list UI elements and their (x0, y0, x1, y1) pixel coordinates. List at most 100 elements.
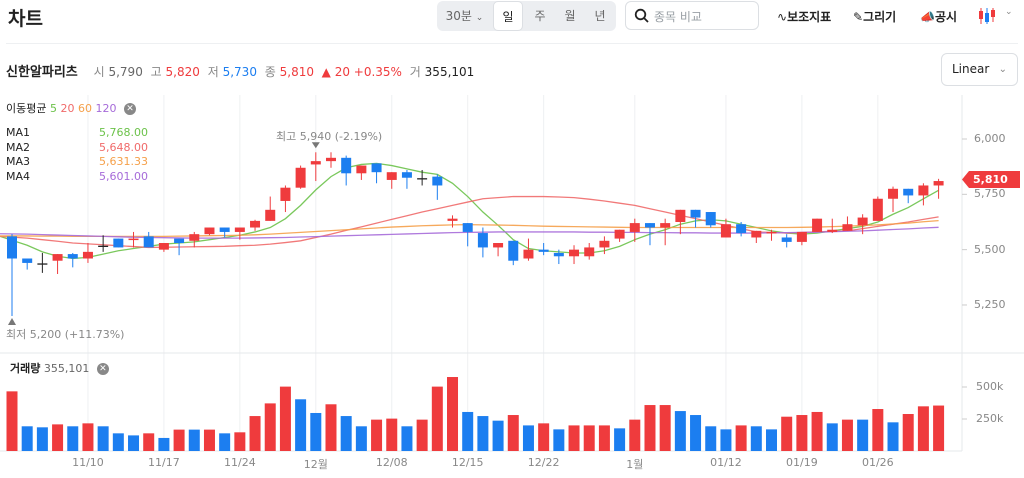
candle-body (827, 229, 838, 232)
volume-bar (841, 419, 853, 451)
volume-bar (355, 426, 367, 451)
volume-bar (219, 433, 231, 451)
volume-tick-label: 250k (976, 412, 1004, 425)
volume-bar (431, 386, 443, 451)
x-tick-label: 11/10 (72, 456, 104, 469)
volume-bar (887, 422, 899, 451)
volume-bar (264, 403, 276, 451)
candle-body (933, 181, 944, 186)
candle-body (751, 230, 762, 238)
volume-bar (507, 415, 519, 451)
volume-bar (158, 437, 170, 451)
candle-body (447, 218, 458, 221)
candle-body (250, 220, 261, 228)
candle-body (82, 251, 93, 259)
ma-period: 60 (77, 102, 92, 115)
candle-body (128, 238, 139, 241)
candle-body (477, 233, 488, 248)
candle-body (660, 223, 671, 228)
volume-bar (553, 429, 565, 451)
low-marker-icon (8, 318, 16, 326)
volume-bar (67, 426, 79, 451)
candle-body (872, 198, 883, 221)
candle-body (644, 223, 655, 228)
volume-bar (325, 404, 337, 451)
x-tick-label: 11/24 (223, 456, 256, 469)
candle-body (857, 217, 868, 226)
candle-body (219, 227, 230, 232)
candle-body (462, 223, 473, 232)
volume-bar (143, 433, 155, 451)
volume-bar (781, 416, 793, 451)
candle-body (584, 247, 595, 257)
volume-bar (705, 426, 717, 451)
x-tick-label: 12/15 (451, 456, 484, 469)
volume-bar (21, 426, 33, 451)
volume-bar (902, 414, 914, 451)
candle-body (113, 238, 124, 248)
volume-bar (811, 411, 823, 451)
volume-bar (97, 426, 109, 451)
volume-bar (872, 409, 884, 451)
candle-body (629, 223, 640, 232)
candle-body (842, 224, 853, 231)
x-tick-label: 12/08 (375, 456, 408, 469)
candle-body (234, 227, 245, 232)
candle-body (22, 258, 33, 263)
volume-bar (477, 416, 489, 451)
candle-body (174, 238, 185, 244)
close-icon[interactable]: ✕ (96, 363, 109, 375)
candle-body (781, 237, 792, 242)
ma-value: 5,631.33 (99, 155, 148, 168)
candle-body (67, 254, 78, 259)
period-high-annotation: 최고 5,940 (-2.19%) (276, 130, 383, 143)
volume-bar (52, 424, 64, 451)
candle-body (903, 188, 914, 196)
volume-bar (598, 425, 610, 451)
ma-legend-title: 이동평균 (6, 102, 47, 115)
candle-body (705, 212, 716, 226)
x-tick-label: 01/19 (786, 456, 818, 469)
volume-bar (629, 419, 641, 451)
candle-body (52, 254, 63, 261)
x-tick-label: 12/22 (527, 456, 560, 469)
candle-body (265, 209, 276, 221)
ma-legend: 이동평균 5 20 60 120 ✕ (6, 100, 136, 116)
volume-bar (690, 415, 702, 451)
volume-bar (112, 433, 124, 451)
ma-period: 5 (49, 102, 57, 115)
candle-body (432, 176, 443, 186)
last-price-value: 5,810 (973, 173, 1008, 186)
volume-bar (750, 426, 762, 451)
x-tick-label: 12월 (303, 458, 328, 471)
volume-bar (492, 420, 504, 451)
close-icon[interactable]: ✕ (123, 103, 136, 115)
candle-body (310, 161, 321, 165)
x-tick-label: 1월 (626, 458, 644, 471)
candle-body (766, 231, 777, 234)
price-tick-label: 5,250 (974, 297, 1006, 311)
candle-body (553, 252, 564, 257)
candle-body (295, 167, 306, 188)
candle-body (386, 172, 397, 180)
candle-body (356, 165, 367, 174)
volume-bar (522, 425, 534, 451)
volume-bar (310, 412, 322, 451)
volume-bar (766, 429, 777, 451)
price-chart[interactable] (0, 0, 1024, 478)
volume-bar (340, 416, 352, 451)
x-tick-label: 11/17 (148, 456, 180, 469)
volume-bar (644, 405, 656, 451)
ma-period: 20 (60, 102, 75, 115)
volume-bar (173, 429, 185, 451)
volume-bar (295, 399, 307, 451)
volume-bar (659, 405, 671, 451)
volume-legend-title: 거래량 (10, 362, 41, 375)
candle-body (720, 224, 731, 238)
candle-body (569, 249, 580, 257)
volume-bar (462, 411, 474, 451)
volume-bar (386, 418, 398, 451)
candle-body (812, 218, 823, 232)
x-tick-label: 01/26 (861, 456, 894, 469)
candle-body (189, 234, 200, 241)
